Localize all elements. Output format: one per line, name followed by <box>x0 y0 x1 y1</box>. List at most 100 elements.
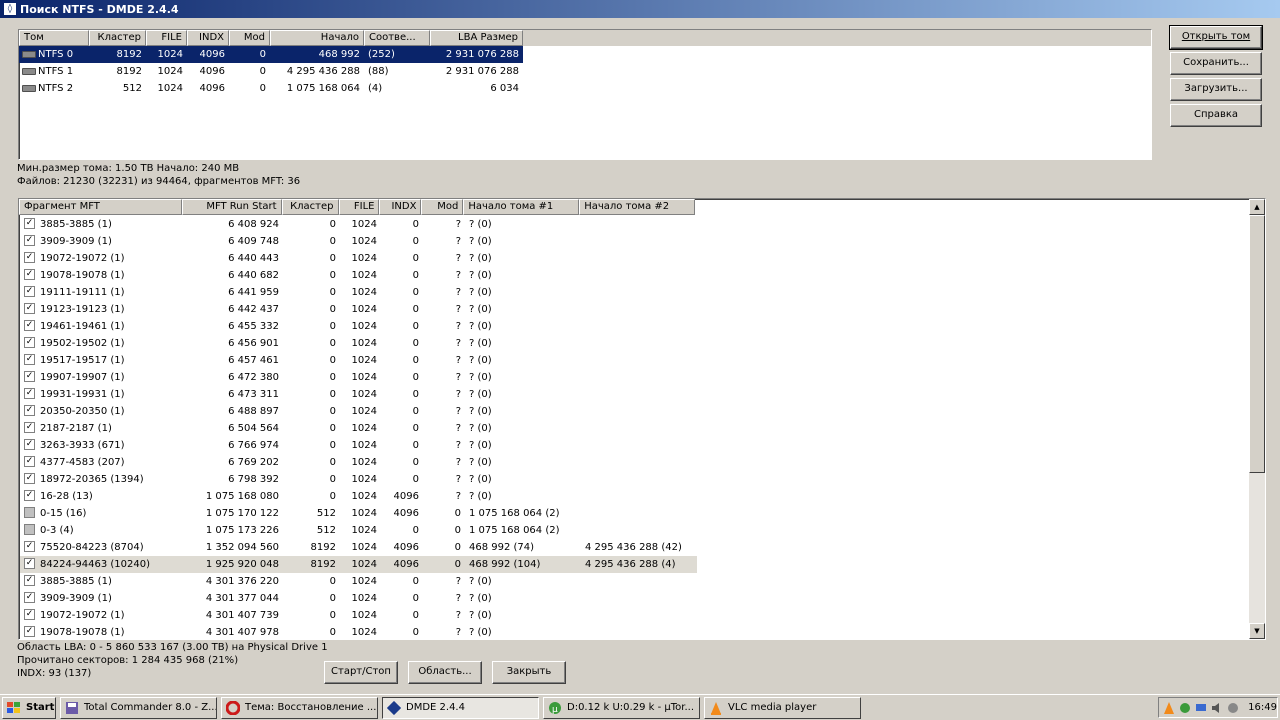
fragment-row[interactable]: ✓ 3909-3909 (1) 6 409 748 0 1024 0? ? (0) <box>20 233 697 250</box>
mft-fragments-list[interactable]: Фрагмент MFT MFT Run Start Кластер FILE … <box>18 198 1266 640</box>
fragment-row[interactable]: ✓ 18972-20365 (1394) 6 798 392 0 1024 0? ? (0) <box>20 471 697 488</box>
fragment-checkbox[interactable]: ✓ <box>24 540 35 552</box>
col-frag-indx[interactable]: INDX <box>379 199 422 215</box>
fragment-row[interactable]: ✓ 3909-3909 (1) 4 301 377 044 0 1024 0? ? (0) <box>20 590 697 607</box>
open-volume-button[interactable]: Открыть том <box>1169 25 1263 50</box>
fragment-row[interactable]: ✓ 19931-19931 (1) 6 473 311 0 1024 0? ? (0) <box>20 386 697 403</box>
area-button[interactable]: Область... <box>408 661 482 684</box>
network-tray-icon[interactable] <box>1195 701 1208 715</box>
fragment-row[interactable]: ✓ 16-28 (13) 1 075 168 080 0 1024 4096? ? (0) <box>20 488 697 505</box>
fragment-row[interactable]: ✓ 19078-19078 (1) 4 301 407 978 0 1024 0? ? (0… <box>20 624 697 638</box>
fragment-checkbox[interactable]: ✓ <box>24 421 35 433</box>
fragment-row[interactable]: ✓ 19907-19907 (1) 6 472 380 0 1024 0? ? (0) <box>20 369 697 386</box>
col-frag-file[interactable]: FILE <box>338 199 380 215</box>
fragment-checkbox[interactable]: ✓ <box>24 285 35 297</box>
volume-row[interactable]: NTFS 0 8192 1024 4096 0 468 992 (252) 2 931 076… <box>19 46 1151 63</box>
scroll-thumb[interactable] <box>1249 215 1265 473</box>
vertical-scrollbar[interactable]: ▲ ▼ <box>1249 199 1265 639</box>
fragment-checkbox[interactable]: ✓ <box>24 625 35 637</box>
fragment-checkbox[interactable]: ✓ <box>24 387 35 399</box>
status-tray-icon[interactable] <box>1226 701 1239 715</box>
col-mft-run-start[interactable]: MFT Run Start <box>181 199 282 215</box>
task-total-commander[interactable]: Total Commander 8.0 - Z... <box>60 696 217 719</box>
fragment-row[interactable]: ✓ 19072-19072 (1) 4 301 407 739 0 1024 0? ? (0… <box>20 607 697 624</box>
fragment-row[interactable]: ✓ 84224-94463 (10240) 1 925 920 048 8192 102… <box>20 556 697 573</box>
vlc-tray-icon[interactable] <box>1163 701 1176 715</box>
fragment-row[interactable]: ✓ 2187-2187 (1) 6 504 564 0 1024 0? ? (0) <box>20 420 697 437</box>
fragment-row[interactable]: 0-3 (4) 1 075 173 226 512 1024 0 0 1 075 168 0… <box>20 522 697 539</box>
fragment-checkbox[interactable]: ✓ <box>24 472 35 484</box>
utorrent-tray-icon[interactable] <box>1179 701 1192 715</box>
volume-tray-icon[interactable] <box>1210 701 1223 715</box>
fragment-row[interactable]: ✓ 19123-19123 (1) 6 442 437 0 1024 0? ? (0) <box>20 301 697 318</box>
fragment-cell-text: 0 <box>412 440 419 451</box>
col-mod[interactable]: Mod <box>229 30 270 46</box>
col-frag-mod[interactable]: Mod <box>421 199 464 215</box>
fragment-row[interactable]: ✓ 19517-19517 (1) 6 457 461 0 1024 0? ? (0) <box>20 352 697 369</box>
fragment-row[interactable]: ✓ 3263-3933 (671) 6 766 974 0 1024 0? ? (0) <box>20 437 697 454</box>
fragment-checkbox[interactable]: ✓ <box>24 489 35 501</box>
task-utorrent[interactable]: µ D:0.12 k U:0.29 k - µTor... <box>543 696 700 719</box>
col-volume[interactable]: Том <box>19 30 89 46</box>
fragment-cell: ? (0) <box>465 607 581 624</box>
col-cluster[interactable]: Кластер <box>89 30 146 46</box>
col-volume-start-2[interactable]: Начало тома #2 <box>579 199 696 215</box>
save-button[interactable]: Сохранить... <box>1170 52 1262 75</box>
fragment-row[interactable]: ✓ 19072-19072 (1) 6 440 443 0 1024 0? ? (0) <box>20 250 697 267</box>
fragment-row[interactable]: ✓ 19111-19111 (1) 6 441 959 0 1024 0? ? (0) <box>20 284 697 301</box>
scroll-up-button[interactable]: ▲ <box>1249 199 1265 215</box>
fragment-checkbox[interactable]: ✓ <box>24 370 35 382</box>
task-dmde[interactable]: DMDE 2.4.4 <box>382 696 539 719</box>
fragment-row[interactable]: ✓ 4377-4583 (207) 6 769 202 0 1024 0? ? (0) <box>20 454 697 471</box>
fragment-checkbox[interactable]: ✓ <box>24 455 35 467</box>
col-frag-cluster[interactable]: Кластер <box>281 199 339 215</box>
fragment-checkbox[interactable]: ✓ <box>24 336 35 348</box>
fragment-checkbox[interactable]: ✓ <box>24 234 35 246</box>
col-match[interactable]: Соотве... <box>364 30 430 46</box>
fragment-row[interactable]: ✓ 20350-20350 (1) 6 488 897 0 1024 0? ? (0) <box>20 403 697 420</box>
fragment-checkbox[interactable]: ✓ <box>24 217 35 229</box>
load-button[interactable]: Загрузить... <box>1170 78 1262 101</box>
task-vlc[interactable]: VLC media player <box>704 696 861 719</box>
fragment-checkbox[interactable]: ✓ <box>24 319 35 331</box>
fragment-row[interactable]: ✓ 19461-19461 (1) 6 455 332 0 1024 0? ? (0) <box>20 318 697 335</box>
fragment-row[interactable]: ✓ 3885-3885 (1) 6 408 924 0 1024 0? ? (0) <box>20 216 697 233</box>
help-button[interactable]: Справка <box>1170 104 1262 127</box>
col-volume-start-1[interactable]: Начало тома #1 <box>463 199 580 215</box>
col-indx[interactable]: INDX <box>187 30 229 46</box>
col-start[interactable]: Начало <box>270 30 364 46</box>
fragment-checkbox[interactable]: ✓ <box>24 404 35 416</box>
col-fragment[interactable]: Фрагмент MFT <box>19 199 182 215</box>
fragment-checkbox[interactable]: ✓ <box>24 574 35 586</box>
volume-row[interactable]: NTFS 1 8192 1024 4096 0 4 295 436 288 (88) 2 93… <box>19 63 1151 80</box>
col-lba-size[interactable]: LBA Размер <box>430 30 523 46</box>
fragment-cell <box>581 318 697 335</box>
fragment-checkbox[interactable]: ✓ <box>24 608 35 620</box>
volume-row[interactable]: NTFS 2 512 1024 4096 0 1 075 168 064 (4) 6 034 <box>19 80 1151 97</box>
fragment-cell-text: 1 075 168 064 (2) <box>469 508 560 519</box>
fragment-row[interactable]: ✓ 3885-3885 (1) 4 301 376 220 0 1024 0? ? (0) <box>20 573 697 590</box>
fragment-checkbox[interactable] <box>24 523 35 535</box>
fragment-checkbox[interactable]: ✓ <box>24 591 35 603</box>
task-opera-forum[interactable]: Тема: Восстановление ... <box>221 696 378 719</box>
fragment-checkbox[interactable] <box>24 506 35 518</box>
fragment-cell-text: 1 075 170 122 <box>205 508 279 519</box>
fragment-row[interactable]: 0-15 (16) 1 075 170 122 512 1024 4096 0 1 075 … <box>20 505 697 522</box>
fragment-cell: 1024 <box>340 437 381 454</box>
fragment-row[interactable]: ✓ 19502-19502 (1) 6 456 901 0 1024 0? ? (0) <box>20 335 697 352</box>
fragment-cell: ✓ 3263-3933 (671) <box>20 437 183 454</box>
volumes-list[interactable]: Том Кластер FILE INDX Mod Начало Соотве.… <box>18 29 1152 160</box>
fragment-row[interactable]: ✓ 19078-19078 (1) 6 440 682 0 1024 0? ? (0) <box>20 267 697 284</box>
start-stop-button[interactable]: Старт/Стоп <box>324 661 398 684</box>
fragment-checkbox[interactable]: ✓ <box>24 302 35 314</box>
fragment-checkbox[interactable]: ✓ <box>24 251 35 263</box>
fragment-checkbox[interactable]: ✓ <box>24 557 35 569</box>
scroll-down-button[interactable]: ▼ <box>1249 623 1265 639</box>
fragment-checkbox[interactable]: ✓ <box>24 438 35 450</box>
fragment-checkbox[interactable]: ✓ <box>24 268 35 280</box>
fragment-row[interactable]: ✓ 75520-84223 (8704) 1 352 094 560 8192 1024… <box>20 539 697 556</box>
fragment-checkbox[interactable]: ✓ <box>24 353 35 365</box>
start-button[interactable]: Start <box>2 696 56 719</box>
close-button[interactable]: Закрыть <box>492 661 566 684</box>
col-file[interactable]: FILE <box>146 30 187 46</box>
